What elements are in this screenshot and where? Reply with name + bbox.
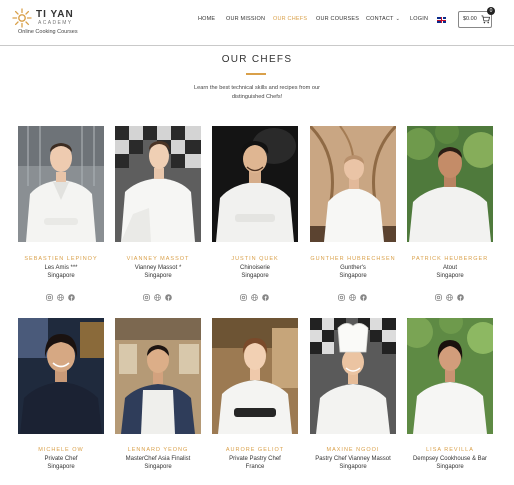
main-nav: HOME OUR MISSION OUR CHEFS OUR COURSES C… (0, 16, 514, 28)
cart-count-badge: 0 (487, 7, 495, 15)
instagram-icon[interactable] (46, 294, 53, 301)
chef-photo[interactable] (212, 318, 298, 434)
instagram-icon[interactable] (143, 294, 150, 301)
chef-name: SEBASTIEN LEPINOY (24, 256, 98, 262)
social-links (434, 294, 466, 301)
page-title: OUR CHEFS (221, 54, 293, 65)
chef-photo[interactable] (407, 318, 493, 434)
chef-name: MICHELE OW (38, 447, 84, 453)
chef-restaurant: Atout (442, 265, 457, 271)
instagram-icon[interactable] (435, 294, 442, 301)
chef-name: VIANNEY MASSOT (126, 256, 190, 262)
nav-our-chefs[interactable]: OUR CHEFS (273, 16, 307, 22)
site-header: TI YAN ACADEMY Online Cooking Courses HO… (0, 0, 514, 46)
globe-icon[interactable] (57, 294, 64, 301)
social-links (142, 294, 174, 301)
chef-name: PATRICK HEUBERGER (411, 256, 489, 262)
nav-home[interactable]: HOME (198, 16, 215, 22)
chef-location: France (245, 464, 265, 470)
chef-photo[interactable] (310, 318, 396, 434)
chef-restaurant: Private Pastry Chef (229, 456, 281, 462)
cart-icon (481, 15, 490, 24)
chef-name: LENNARD YEONG (127, 447, 189, 453)
uk-flag-icon[interactable] (437, 17, 446, 23)
nav-contact[interactable]: CONTACT ⌄ (366, 16, 400, 22)
social-links (239, 294, 271, 301)
brand-tagline: Online Cooking Courses (18, 29, 78, 35)
nav-contact-label: CONTACT (366, 16, 394, 22)
chef-name: MAXINE NGOOI (326, 447, 380, 453)
chef-name: LISA REVILLA (426, 447, 474, 453)
facebook-icon[interactable] (262, 294, 269, 301)
chef-photo[interactable] (212, 126, 298, 242)
chevron-down-icon: ⌄ (395, 16, 400, 22)
title-divider (246, 73, 266, 75)
facebook-icon[interactable] (457, 294, 464, 301)
globe-icon[interactable] (251, 294, 258, 301)
globe-icon[interactable] (446, 294, 453, 301)
chef-photo[interactable] (310, 126, 396, 242)
chef-photo[interactable] (18, 126, 104, 242)
chef-name: GUNTHER HUBRECHSEN (310, 256, 396, 262)
facebook-icon[interactable] (165, 294, 172, 301)
social-links (45, 294, 77, 301)
chef-location: Singapore (436, 464, 464, 470)
chef-location: Singapore (436, 273, 464, 279)
chef-location: Singapore (241, 273, 269, 279)
globe-icon[interactable] (154, 294, 161, 301)
chef-name: AURORE GELIOT (225, 447, 285, 453)
chef-name: JUSTIN QUEK (231, 256, 279, 262)
chef-photo[interactable] (115, 318, 201, 434)
nav-our-mission[interactable]: OUR MISSION (226, 16, 265, 22)
chef-restaurant: Dempsey Cookhouse & Bar (412, 456, 488, 462)
intro-text: Learn the best technical skills and reci… (194, 85, 320, 100)
chef-restaurant: Chinoiserie (239, 265, 270, 271)
social-links (337, 294, 369, 301)
instagram-icon[interactable] (240, 294, 247, 301)
instagram-icon[interactable] (338, 294, 345, 301)
nav-our-courses[interactable]: OUR COURSES (316, 16, 359, 22)
nav-login[interactable]: LOGIN (410, 16, 428, 22)
cart-total: $0.00 (463, 16, 477, 22)
chef-photo[interactable] (18, 318, 104, 434)
facebook-icon[interactable] (68, 294, 75, 301)
chef-photo[interactable] (115, 126, 201, 242)
chef-photo[interactable] (407, 126, 493, 242)
globe-icon[interactable] (349, 294, 356, 301)
facebook-icon[interactable] (360, 294, 367, 301)
cart-button[interactable]: $0.00 0 (458, 7, 495, 28)
